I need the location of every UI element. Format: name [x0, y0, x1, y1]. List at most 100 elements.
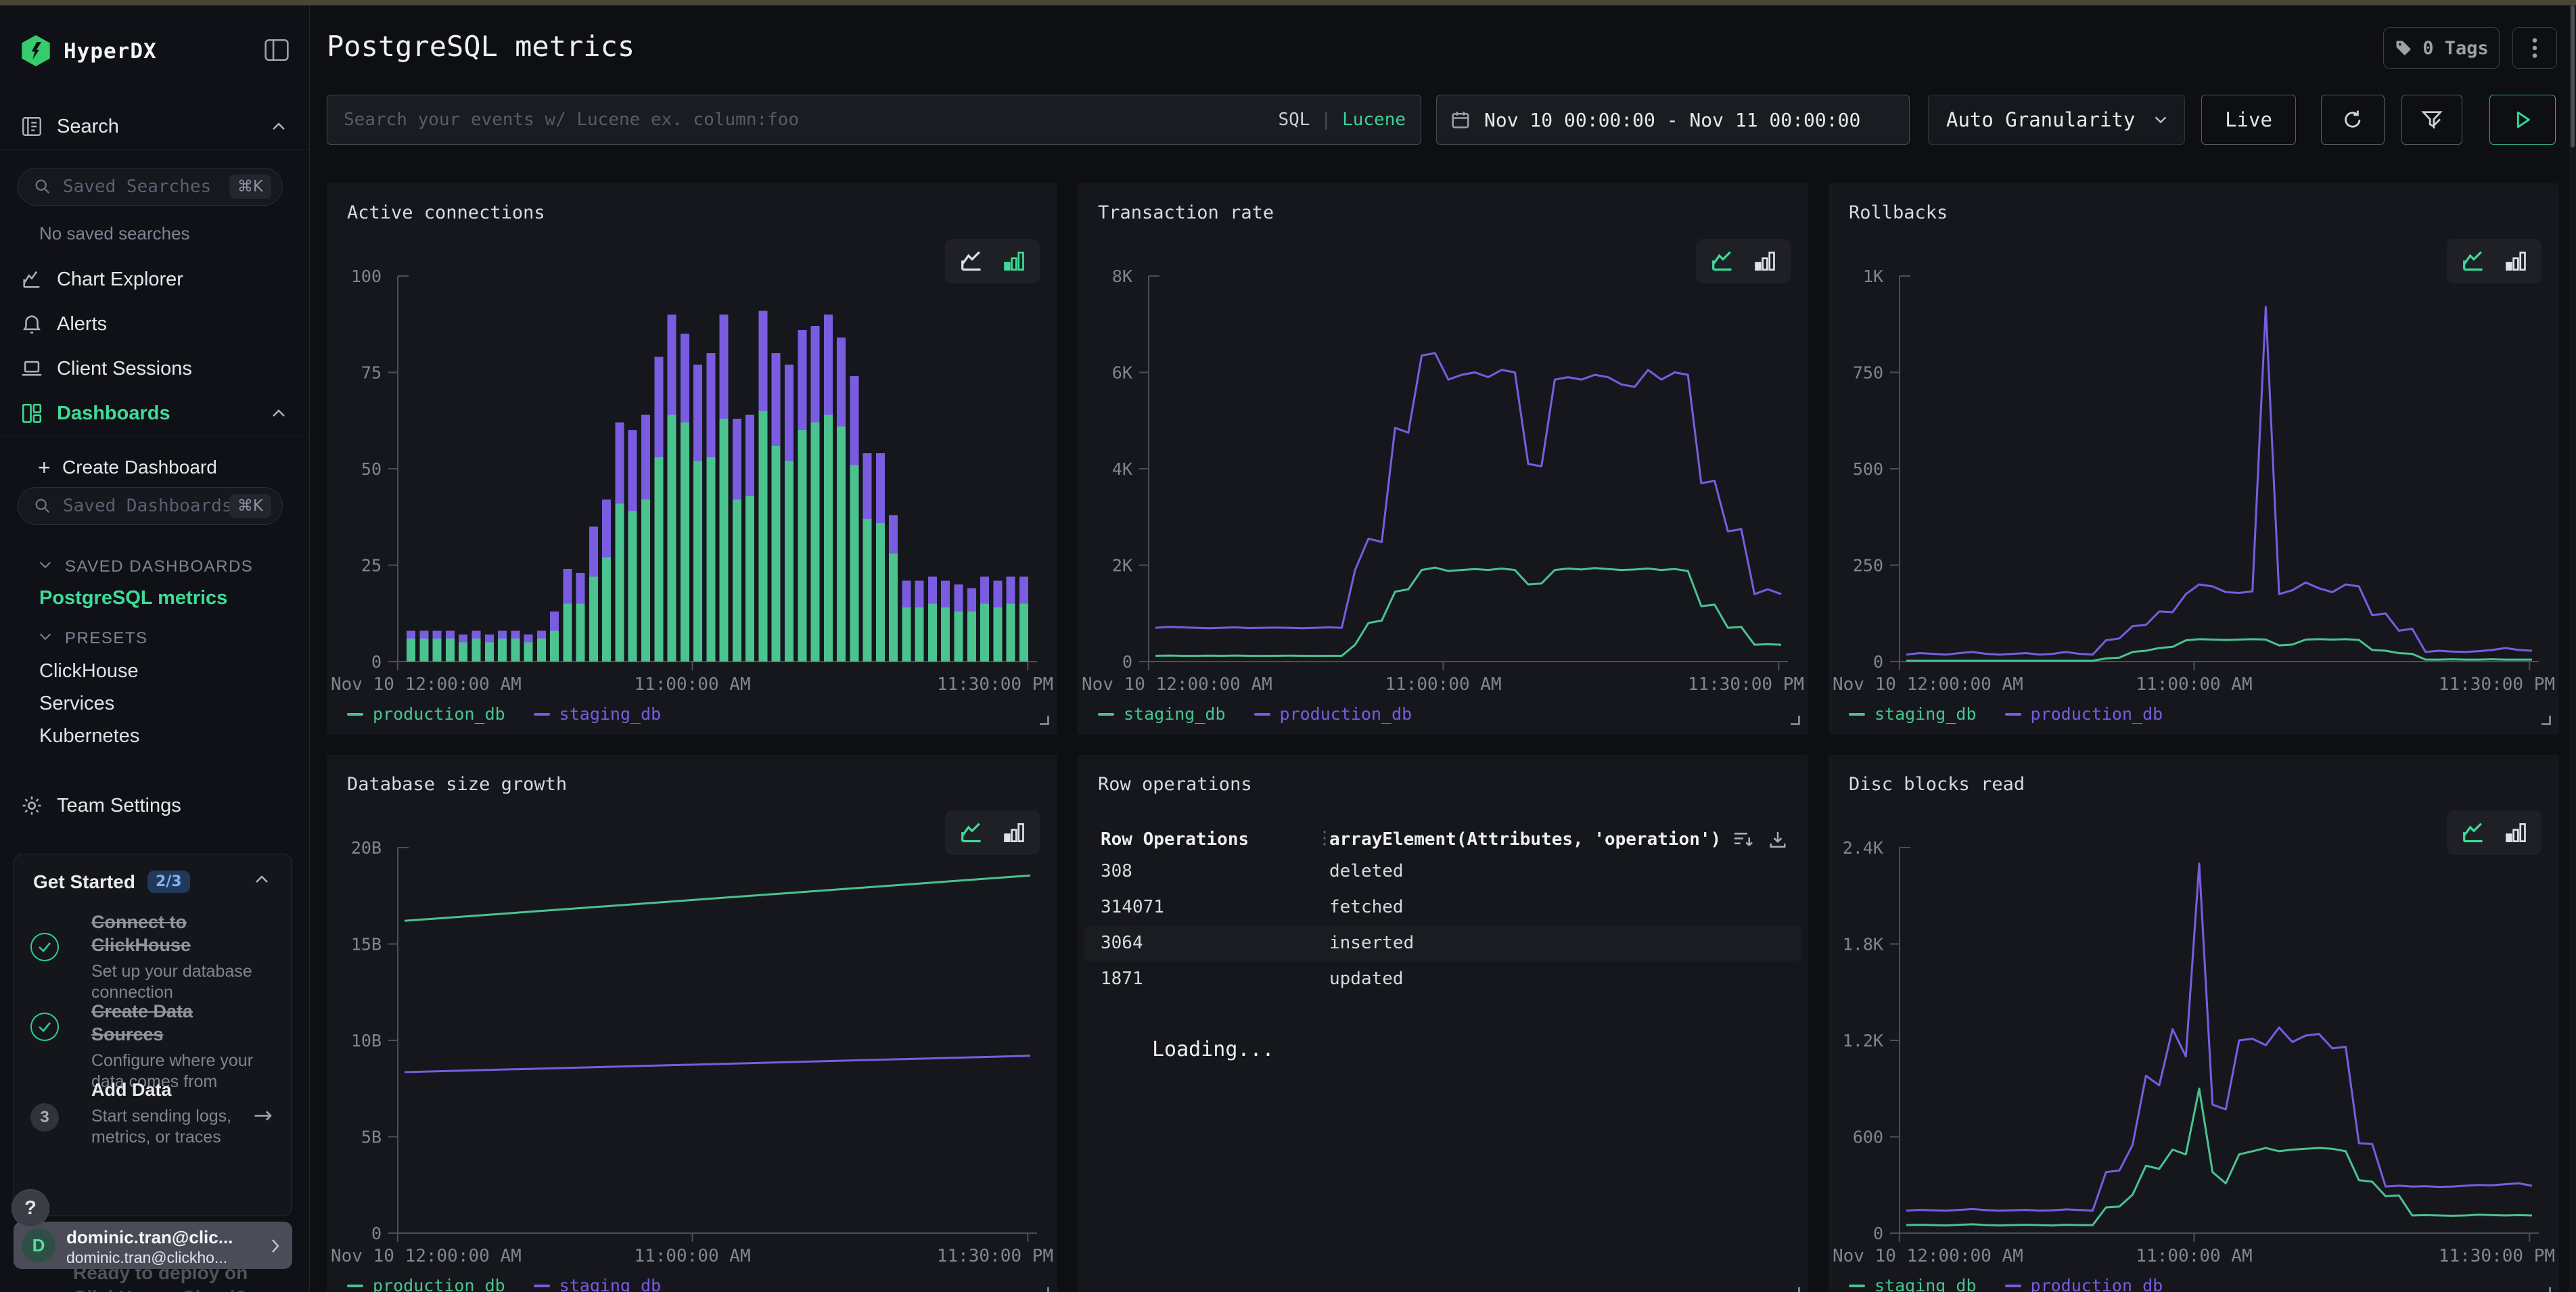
gear-icon: [20, 794, 45, 817]
legend-item[interactable]: production_db: [2005, 1276, 2163, 1292]
line-chart-toggle-icon[interactable]: [960, 250, 984, 273]
saved-dashboards-input[interactable]: Saved Dashboards ⌘K: [18, 487, 283, 525]
line-chart-toggle-icon[interactable]: [2462, 250, 2486, 273]
legend-swatch: [2005, 713, 2021, 716]
sidebar-item-clickhouse[interactable]: ClickHouse: [39, 660, 139, 683]
live-button[interactable]: Live: [2201, 95, 2296, 145]
legend-item[interactable]: production_db: [1254, 704, 1412, 724]
bar-chart-toggle-icon[interactable]: [1754, 250, 1776, 273]
legend-item[interactable]: staging_db: [1849, 704, 1977, 724]
get-started-title: Get Started: [33, 871, 135, 893]
filter-button[interactable]: [2401, 95, 2462, 145]
bar-chart-toggle-icon[interactable]: [2505, 250, 2527, 273]
legend-swatch: [1254, 713, 1270, 716]
saved-dashboards-section-label: SAVED DASHBOARDS: [65, 557, 253, 576]
legend-label: staging_db: [559, 1276, 662, 1292]
sidebar-item-kubernetes[interactable]: Kubernetes: [39, 725, 139, 747]
stacked-bar-chart: 0255075100Nov 10 12:00:00 AM11:00:00 AM1…: [327, 248, 1057, 714]
svg-text:4K: 4K: [1112, 459, 1132, 479]
legend-label: staging_db: [1874, 1276, 1977, 1292]
event-search-input[interactable]: Search your events w/ Lucene ex. column:…: [327, 95, 1421, 145]
sidebar-item-dashboards[interactable]: Dashboards: [0, 398, 310, 429]
sidebar-item-postgresql-metrics[interactable]: PostgreSQL metrics: [39, 587, 227, 609]
app-window: HyperDX Search Saved Searches ⌘K No save…: [0, 0, 2576, 1292]
chevron-down-icon[interactable]: [37, 559, 54, 571]
row-count: 314071: [1101, 890, 1164, 925]
chevron-up-icon[interactable]: [252, 873, 271, 885]
brand-name: HyperDX: [64, 39, 157, 64]
sidebar-item-chart-explorer[interactable]: Chart Explorer: [0, 264, 310, 295]
line-chart: 05B10B15B20BNov 10 12:00:00 AM11:00:00 A…: [327, 819, 1057, 1286]
sidebar-item-services[interactable]: Services: [39, 693, 114, 715]
chart-type-toggle: [945, 239, 1040, 283]
dashboard-grid: Active connections 0255075100Nov 10 12:0…: [327, 183, 2559, 1292]
svg-text:11:00:00 AM: 11:00:00 AM: [2136, 1246, 2252, 1266]
legend-item[interactable]: staging_db: [1849, 1276, 1977, 1292]
row-operation: updated: [1329, 961, 1404, 997]
chart-legend: staging_db production_db: [1849, 1276, 2163, 1292]
help-button[interactable]: ?: [12, 1189, 49, 1227]
legend-swatch: [1098, 713, 1114, 716]
table-row[interactable]: 308deleted: [1084, 854, 1801, 890]
shortcut-badge: ⌘K: [229, 494, 271, 518]
collapse-sidebar-button[interactable]: [263, 38, 290, 62]
hyperdx-logo-icon: [20, 35, 51, 66]
create-dashboard-label: Create Dashboard: [62, 457, 217, 478]
bar-chart-toggle-icon[interactable]: [2505, 821, 2527, 844]
download-icon[interactable]: [1768, 829, 1788, 850]
legend-swatch: [1849, 713, 1865, 716]
svg-text:25: 25: [361, 556, 382, 576]
granularity-value: Auto Granularity: [1946, 108, 2135, 131]
panel-title: Rollbacks: [1849, 202, 1948, 223]
no-saved-searches-note: No saved searches: [39, 223, 190, 244]
sidebar-item-search[interactable]: Search: [0, 111, 310, 142]
create-dashboard-button[interactable]: + Create Dashboard: [0, 453, 310, 482]
svg-text:11:30:00 PM: 11:30:00 PM: [2439, 1246, 2555, 1266]
granularity-select[interactable]: Auto Granularity: [1928, 95, 2185, 145]
sidebar-item-alerts[interactable]: Alerts: [0, 308, 310, 340]
avatar: D: [22, 1228, 55, 1262]
tags-button[interactable]: 0 Tags: [2383, 27, 2500, 69]
window-scrollbar[interactable]: [2569, 5, 2576, 1292]
calendar-icon: [1450, 110, 1471, 130]
line-chart-toggle-icon[interactable]: [960, 821, 984, 844]
panel-menu-button[interactable]: [2512, 27, 2557, 69]
table-row[interactable]: 314071fetched: [1084, 890, 1801, 925]
get-started-step-add-data[interactable]: 3 Add Data Start sending logs, metrics, …: [30, 1079, 277, 1148]
table-row[interactable]: 1871updated: [1084, 961, 1801, 997]
svg-text:20B: 20B: [351, 838, 382, 858]
table-column-row-operations: Row Operations: [1101, 829, 1249, 850]
bar-chart-toggle-icon[interactable]: [1003, 821, 1025, 844]
chevron-down-icon[interactable]: [37, 630, 54, 643]
legend-item[interactable]: production_db: [347, 1276, 505, 1292]
refresh-button[interactable]: [2321, 95, 2385, 145]
line-chart-toggle-icon[interactable]: [1711, 250, 1735, 273]
line-chart: 02505007501KNov 10 12:00:00 AM11:00:00 A…: [1828, 248, 2559, 714]
legend-item[interactable]: production_db: [2005, 704, 2163, 724]
legend-item[interactable]: staging_db: [1098, 704, 1226, 724]
panel-transaction-rate: Transaction rate 02K4K6K8KNov 10 12:00:0…: [1078, 183, 1808, 735]
get-started-step-connect[interactable]: Connect to ClickHouse Set up your databa…: [30, 911, 277, 1003]
language-divider: |: [1320, 110, 1331, 130]
legend-swatch: [347, 1285, 363, 1287]
sidebar-item-client-sessions[interactable]: Client Sessions: [0, 353, 310, 384]
panel-title: Disc blocks read: [1849, 774, 2025, 795]
language-sql[interactable]: SQL: [1278, 110, 1310, 130]
date-range-picker[interactable]: Nov 10 00:00:00 - Nov 11 00:00:00: [1436, 95, 1910, 145]
saved-searches-input[interactable]: Saved Searches ⌘K: [18, 168, 283, 206]
sort-rows-icon[interactable]: [1732, 829, 1754, 850]
line-chart-toggle-icon[interactable]: [2462, 821, 2486, 844]
legend-item[interactable]: production_db: [347, 704, 505, 724]
legend-item[interactable]: staging_db: [534, 704, 662, 724]
get-started-card: Get Started 2/3 Connect to ClickHouse Se…: [14, 854, 292, 1216]
scrollbar-thumb[interactable]: [2571, 5, 2575, 147]
svg-text:1.2K: 1.2K: [1843, 1031, 1883, 1051]
user-account-chip[interactable]: D dominic.tran@clic... dominic.tran@clic…: [14, 1222, 292, 1269]
table-row[interactable]: 3064inserted: [1084, 925, 1801, 961]
language-lucene[interactable]: Lucene: [1342, 110, 1406, 130]
legend-item[interactable]: staging_db: [534, 1276, 662, 1292]
bar-chart-toggle-icon[interactable]: [1003, 250, 1025, 273]
dashboards-grid-icon: [20, 402, 45, 425]
run-query-button[interactable]: [2489, 95, 2556, 145]
sidebar-item-team-settings[interactable]: Team Settings: [0, 790, 310, 821]
